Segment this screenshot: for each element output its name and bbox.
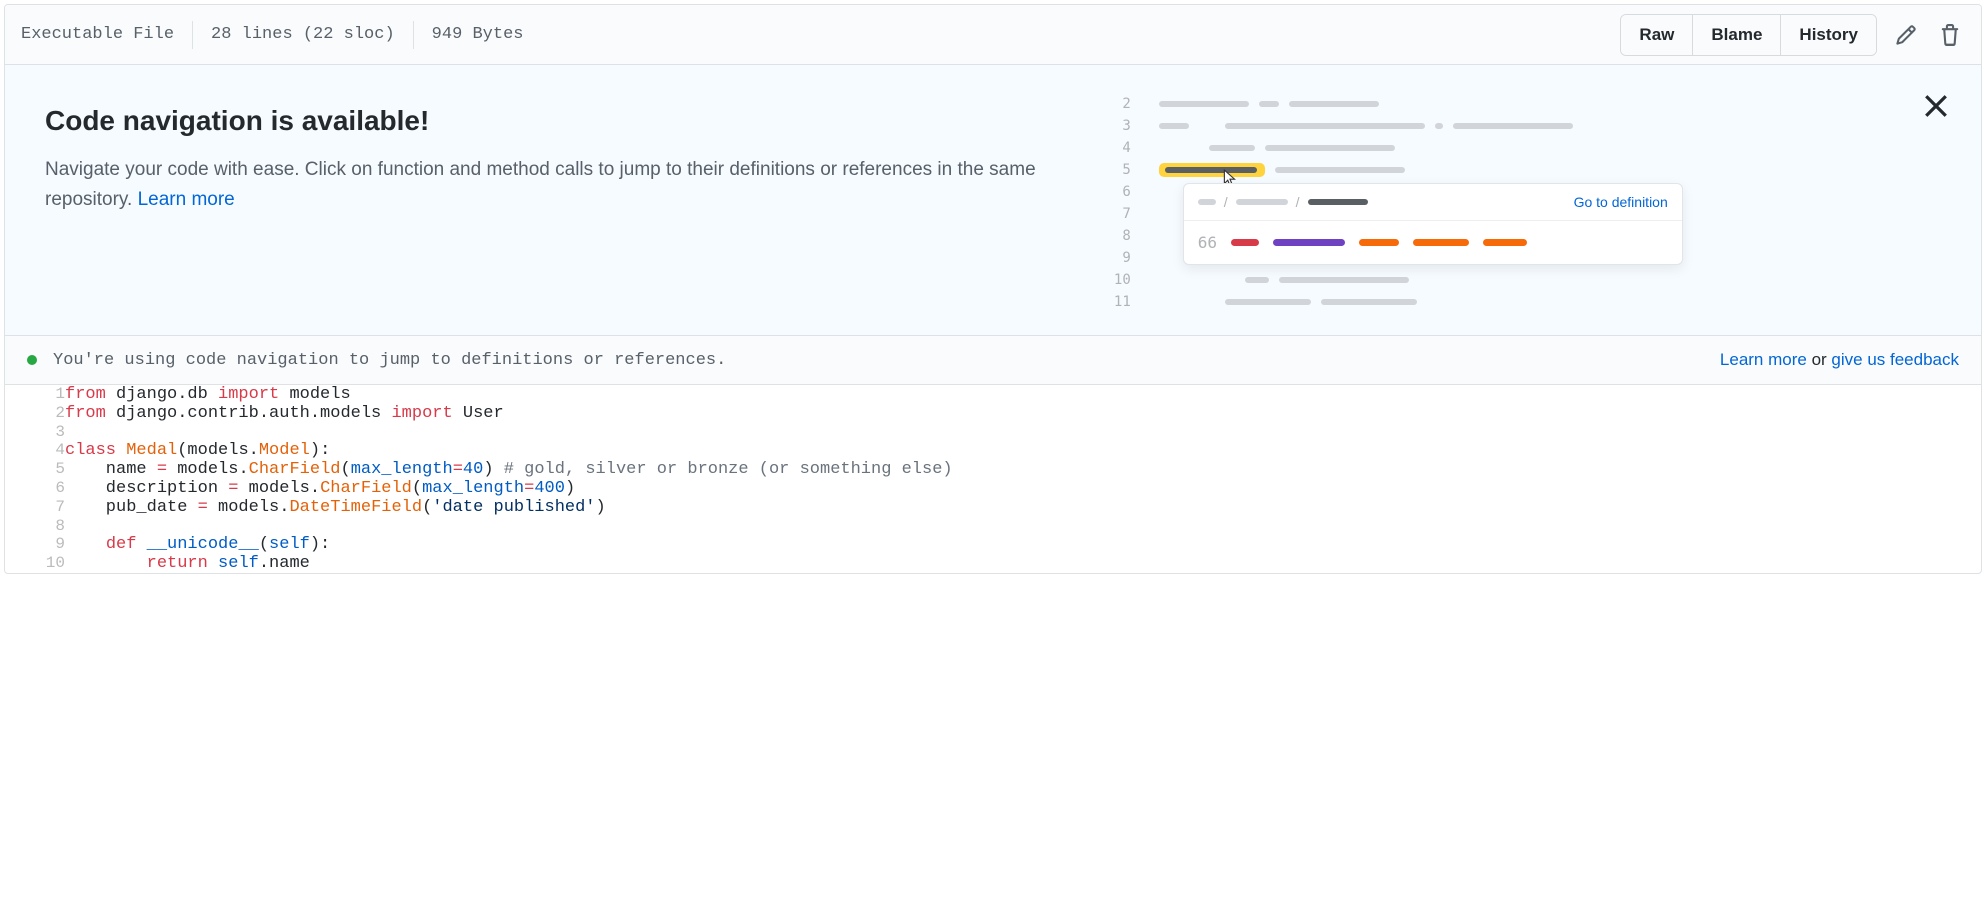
popover-line-number: 66 [1198,233,1217,252]
code-line: 7 pub_date = models.DateTimeField('date … [5,498,1981,517]
trash-icon [1939,24,1961,46]
line-count: 28 lines (22 sloc) [193,25,413,44]
banner-body: Navigate your code with ease. Click on f… [45,155,1107,216]
banner-learn-more-link[interactable]: Learn more [138,189,235,210]
code-source[interactable]: from django.db import models [65,385,1981,404]
line-number[interactable]: 10 [5,554,65,573]
line-number[interactable]: 9 [5,535,65,554]
line-number[interactable]: 1 [5,385,65,404]
code-source[interactable]: from django.contrib.auth.models import U… [65,404,1981,423]
blame-button[interactable]: Blame [1693,15,1781,55]
line-number[interactable]: 4 [5,441,65,460]
banner-illustration: 2 3 4 5 6 7 8 9 10 11 / / [1107,87,1941,313]
close-icon [1923,93,1949,119]
status-links: Learn more or give us feedback [1720,350,1959,370]
banner-title: Code navigation is available! [45,105,1107,137]
status-learn-more-link[interactable]: Learn more [1720,350,1807,369]
code-source[interactable]: pub_date = models.DateTimeField('date pu… [65,498,1981,517]
code-line: 3 [5,423,1981,441]
line-number[interactable]: 3 [5,423,65,441]
file-header: Executable File 28 lines (22 sloc) 949 B… [5,5,1981,65]
code-line: 2from django.contrib.auth.models import … [5,404,1981,423]
code-line: 8 [5,517,1981,535]
line-number[interactable]: 2 [5,404,65,423]
status-bar: You're using code navigation to jump to … [5,336,1981,385]
line-number[interactable]: 7 [5,498,65,517]
pencil-icon [1895,24,1917,46]
goto-definition-link[interactable]: Go to definition [1574,194,1668,210]
code-source[interactable]: return self.name [65,554,1981,573]
executable-label: Executable File [21,25,192,44]
code-line: 4class Medal(models.Model): [5,441,1981,460]
banner-close-button[interactable] [1919,89,1953,126]
line-number[interactable]: 6 [5,479,65,498]
code-line: 10 return self.name [5,554,1981,573]
code-source[interactable] [65,423,1981,441]
code-nav-banner: Code navigation is available! Navigate y… [5,65,1981,336]
code-line: 1from django.db import models [5,385,1981,404]
code-table: 1from django.db import models2from djang… [5,385,1981,573]
code-source[interactable] [65,517,1981,535]
code-source[interactable]: description = models.CharField(max_lengt… [65,479,1981,498]
file-size: 949 Bytes [414,25,542,44]
status-dot-icon [27,355,37,365]
edit-button[interactable] [1891,20,1921,50]
code-source[interactable]: def __unicode__(self): [65,535,1981,554]
history-button[interactable]: History [1781,15,1876,55]
code-line: 5 name = models.CharField(max_length=40)… [5,460,1981,479]
file-action-group: Raw Blame History [1620,14,1877,56]
raw-button[interactable]: Raw [1621,15,1693,55]
code-source[interactable]: name = models.CharField(max_length=40) #… [65,460,1981,479]
code-source[interactable]: class Medal(models.Model): [65,441,1981,460]
goto-definition-popover: / / Go to definition 66 [1183,183,1683,265]
delete-button[interactable] [1935,20,1965,50]
code-line: 6 description = models.CharField(max_len… [5,479,1981,498]
line-number[interactable]: 5 [5,460,65,479]
status-message: You're using code navigation to jump to … [53,351,726,370]
line-number[interactable]: 8 [5,517,65,535]
code-line: 9 def __unicode__(self): [5,535,1981,554]
feedback-link[interactable]: give us feedback [1831,350,1959,369]
